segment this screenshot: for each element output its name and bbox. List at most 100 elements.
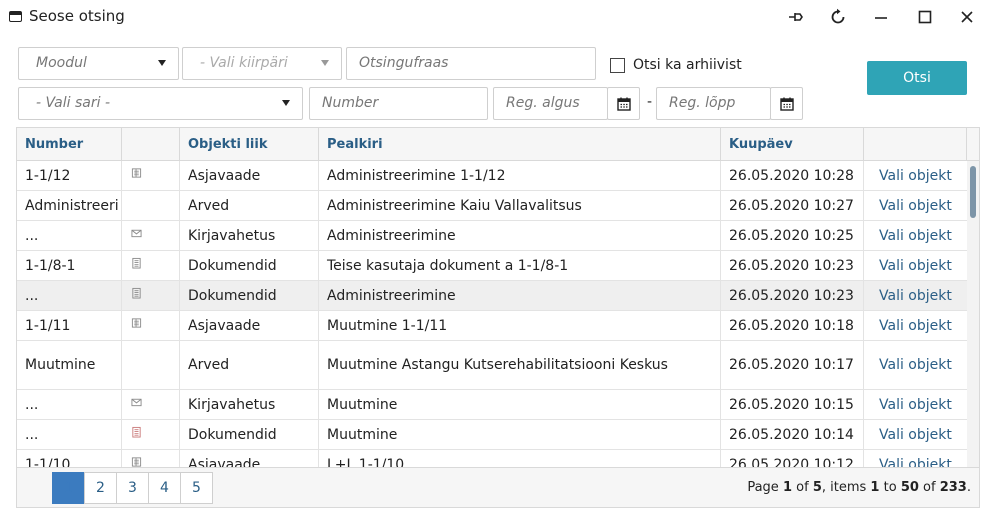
table-row[interactable]: ... Dokumendid Muutmine 26.05.2020 10:14 Val… bbox=[17, 420, 967, 450]
column-header-date[interactable]: Kuupäev bbox=[721, 128, 864, 161]
cell-date: 26.05.2020 10:12 bbox=[721, 450, 864, 467]
page-info-of-word2: of bbox=[923, 480, 936, 495]
moodul-select[interactable]: Moodul bbox=[18, 47, 179, 80]
cell-action[interactable]: Vali objekt bbox=[864, 311, 967, 340]
cell-icon bbox=[122, 251, 180, 280]
cell-action[interactable]: Vali objekt bbox=[864, 420, 967, 449]
cell-icon bbox=[122, 341, 180, 389]
page-button-5[interactable]: 5 bbox=[180, 472, 213, 504]
cell-title: Administreerimine bbox=[319, 281, 721, 310]
page-buttons: 12345 bbox=[52, 472, 213, 504]
cell-number: Administreeri bbox=[17, 191, 122, 220]
table-row[interactable]: 1-1/8-1 Dokumendid Teise kasutaja dokument… bbox=[17, 251, 967, 281]
page-info-to: 50 bbox=[900, 480, 919, 495]
reg-start-calendar-button[interactable] bbox=[607, 87, 640, 120]
page-button-3[interactable]: 3 bbox=[116, 472, 149, 504]
table-row[interactable]: 1-1/12 Asjavaade Administreerimine 1-1/12 2… bbox=[17, 161, 967, 191]
document-icon bbox=[130, 287, 142, 299]
table-row[interactable]: 1-1/10 Asjavaade L+L 1-1/10 26.05.2020 10:1… bbox=[17, 450, 967, 467]
scrollbar-thumb[interactable] bbox=[970, 166, 976, 218]
close-icon[interactable] bbox=[952, 4, 982, 30]
pin-icon[interactable] bbox=[781, 4, 811, 30]
archive-checkbox-group[interactable]: Otsi ka arhiivist bbox=[610, 57, 742, 73]
table-row[interactable]: Muutmine Arved Muutmine Astangu Kutserehab… bbox=[17, 341, 967, 390]
cell-action[interactable]: Vali objekt bbox=[864, 450, 967, 468]
page-button-2[interactable]: 2 bbox=[84, 472, 117, 504]
cell-object-type: Asjavaade bbox=[180, 161, 319, 190]
cell-title: Administreerimine bbox=[319, 221, 721, 250]
table-row[interactable]: 1-1/11 Asjavaade Muutmine 1-1/11 26.05.2020… bbox=[17, 311, 967, 341]
cell-date: 26.05.2020 10:23 bbox=[721, 281, 864, 310]
page-button-1[interactable]: 1 bbox=[52, 472, 85, 504]
cell-title: Administreerimine 1-1/12 bbox=[319, 161, 721, 190]
cell-object-type: Dokumendid bbox=[180, 281, 319, 310]
cell-action[interactable]: Vali objekt bbox=[864, 191, 967, 220]
column-header-action bbox=[864, 128, 967, 161]
kiirparing-select-value: - Vali kiirpäri bbox=[200, 55, 288, 71]
column-header-object-type[interactable]: Objekti liik bbox=[180, 128, 319, 161]
cell-number: ... bbox=[17, 221, 122, 250]
document-red-icon bbox=[130, 426, 142, 438]
maximize-icon[interactable] bbox=[910, 4, 940, 30]
calendar-icon bbox=[779, 97, 794, 111]
search-button[interactable]: Otsi bbox=[867, 61, 967, 95]
minimize-icon[interactable] bbox=[866, 4, 896, 30]
kiirparing-select[interactable]: - Vali kiirpäri bbox=[182, 47, 342, 80]
cell-date: 26.05.2020 10:28 bbox=[721, 161, 864, 190]
cell-icon bbox=[122, 281, 180, 310]
page-button-4[interactable]: 4 bbox=[148, 472, 181, 504]
cell-object-type: Asjavaade bbox=[180, 311, 319, 340]
cell-object-type: Kirjavahetus bbox=[180, 221, 319, 250]
archive-checkbox[interactable] bbox=[610, 57, 625, 73]
column-header-number[interactable]: Number bbox=[17, 128, 122, 161]
cell-object-type: Arved bbox=[180, 191, 319, 220]
table-row[interactable]: ... Kirjavahetus Administreerimine 26.05.20… bbox=[17, 221, 967, 251]
table-row[interactable]: ... Dokumendid Administreerimine 26.05.2020… bbox=[17, 281, 967, 311]
page-info-page: 1 bbox=[782, 480, 792, 495]
results-grid: Number Objekti liik Pealkiri Kuupäev 1-1… bbox=[16, 127, 980, 508]
sari-select[interactable]: - Vali sari - bbox=[18, 87, 303, 120]
cell-date: 26.05.2020 10:23 bbox=[721, 251, 864, 280]
cell-title: Muutmine 1-1/11 bbox=[319, 311, 721, 340]
cell-icon bbox=[122, 390, 180, 419]
page-info-items-word: , items bbox=[821, 480, 867, 495]
envelope-icon bbox=[130, 396, 142, 408]
otsingufraas-input[interactable]: Otsingufraas bbox=[346, 47, 596, 80]
cell-action[interactable]: Vali objekt bbox=[864, 221, 967, 250]
folder-doc-icon bbox=[130, 456, 142, 467]
moodul-select-value: Moodul bbox=[36, 55, 87, 71]
column-header-title[interactable]: Pealkiri bbox=[319, 128, 721, 161]
cell-action[interactable]: Vali objekt bbox=[864, 161, 967, 190]
cell-date: 26.05.2020 10:15 bbox=[721, 390, 864, 419]
calendar-icon bbox=[616, 97, 631, 111]
cell-action[interactable]: Vali objekt bbox=[864, 341, 967, 389]
folder-doc-icon bbox=[130, 167, 142, 179]
page-info-of-word: of bbox=[796, 480, 809, 495]
refresh-icon[interactable] bbox=[823, 4, 853, 30]
reg-end-input[interactable]: Reg. lõpp bbox=[656, 87, 771, 120]
cell-action[interactable]: Vali objekt bbox=[864, 251, 967, 280]
vertical-scrollbar[interactable] bbox=[967, 161, 979, 467]
cell-date: 26.05.2020 10:17 bbox=[721, 341, 864, 389]
document-icon bbox=[130, 257, 142, 269]
cell-title: Muutmine Astangu Kutserehabilitatsiooni … bbox=[319, 341, 721, 389]
cell-icon bbox=[122, 161, 180, 190]
chevron-down-icon bbox=[158, 60, 166, 66]
cell-action[interactable]: Vali objekt bbox=[864, 281, 967, 310]
cell-date: 26.05.2020 10:25 bbox=[721, 221, 864, 250]
cell-icon bbox=[122, 450, 180, 467]
table-row[interactable]: ... Kirjavahetus Muutmine 26.05.2020 10:15 V… bbox=[17, 390, 967, 420]
cell-number: 1-1/12 bbox=[17, 161, 122, 190]
page-info: Page 1 of 5, items 1 to 50 of 233. bbox=[747, 480, 971, 495]
reg-end-calendar-button[interactable] bbox=[770, 87, 803, 120]
reg-start-input[interactable]: Reg. algus bbox=[493, 87, 608, 120]
cell-action[interactable]: Vali objekt bbox=[864, 390, 967, 419]
pager: 12345 Page 1 of 5, items 1 to 50 of 233. bbox=[17, 467, 979, 507]
cell-object-type: Arved bbox=[180, 341, 319, 389]
cell-icon bbox=[122, 191, 180, 220]
cell-number: 1-1/10 bbox=[17, 450, 122, 467]
cell-number: Muutmine bbox=[17, 341, 122, 389]
number-input[interactable]: Number bbox=[309, 87, 488, 120]
date-range-separator: - bbox=[647, 94, 653, 110]
table-row[interactable]: Administreeri Arved Administreerimine Kaiu… bbox=[17, 191, 967, 221]
